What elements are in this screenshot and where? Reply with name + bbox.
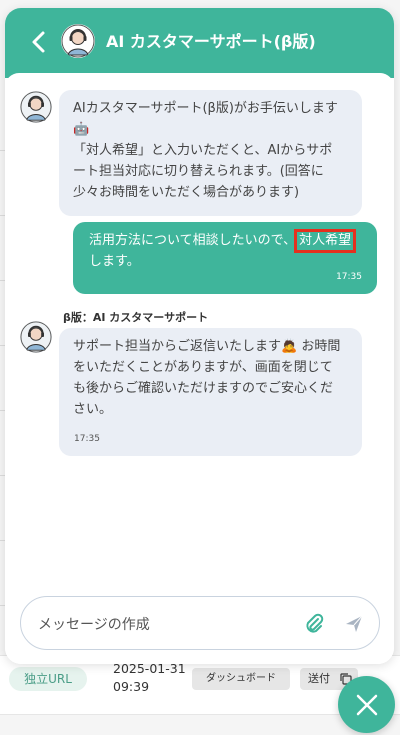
bot-avatar [20,91,52,123]
back-arrow-icon[interactable] [29,30,49,54]
support-agent-icon [20,91,52,123]
message-text: 活用方法について相談したいので、 [89,233,297,248]
message-line: 「対人希望」と入力いただくと、AIからサポ [73,143,333,158]
send-button-label: 送付 [308,672,330,685]
tag-standalone-url[interactable]: 独立URL [9,667,87,691]
message-text: します。 [89,254,140,269]
chat-header: AI カスタマーサポート(β版) [5,8,394,78]
row-time: 09:39 [113,679,150,694]
bot-avatar [20,321,52,353]
support-agent-icon [61,24,95,58]
message-line: AIカスタマーサポート(β版)がお手伝いします [73,101,338,116]
robot-emoji: 🤖 [73,122,90,137]
bot-message: AIカスタマーサポート(β版)がお手伝いします 🤖 「対人希望」と入力いただくと… [59,90,362,216]
user-message-text: 活用方法について相談したいので、 対人希望 [89,229,361,253]
bot-message: サポート担当からご返信いたします🙇 お時間 をいただくことがありますが、画面を閉… [59,328,362,456]
header-avatar [61,24,95,58]
dashboard-button[interactable]: ダッシュボード [192,668,290,690]
message-input[interactable]: メッセージの作成 [20,596,380,650]
message-line: ート担当対応に切り替えられます。(回答に [73,164,324,179]
chat-title: AI カスタマーサポート(β版) [106,32,316,51]
send-arrow-icon[interactable] [344,614,364,634]
close-icon [356,694,377,715]
row-timestamp: 2025-01-31 09:39 [113,660,193,696]
highlighted-keyword: 対人希望 [294,229,357,253]
chat-messages: AIカスタマーサポート(β版)がお手伝いします 🤖 「対人希望」と入力いただくと… [5,73,394,664]
sender-name: β版：AI カスタマーサポート [63,311,209,324]
message-line: も後からご確認いただけますのでご安心くだ [73,381,334,396]
user-message: 活用方法について相談したいので、 対人希望 します。 17:35 [73,222,377,294]
message-line: 少々お時間をいただく場合があります) [73,185,300,200]
message-time: 17:35 [74,434,100,444]
close-chat-button[interactable] [338,676,395,733]
message-line: さい。 [73,402,113,417]
support-agent-icon [20,321,52,353]
message-line: サポート担当からご返信いたします🙇 お時間 [73,339,341,354]
attachment-icon[interactable] [304,613,324,635]
message-input-placeholder: メッセージの作成 [38,617,150,633]
message-time: 17:35 [336,272,362,282]
message-line: をいただくことがありますが、画面を閉じて [73,360,333,375]
chat-window: AI カスタマーサポート(β版) AIカスタマーサポート(β版)がお手伝いします… [5,8,394,664]
